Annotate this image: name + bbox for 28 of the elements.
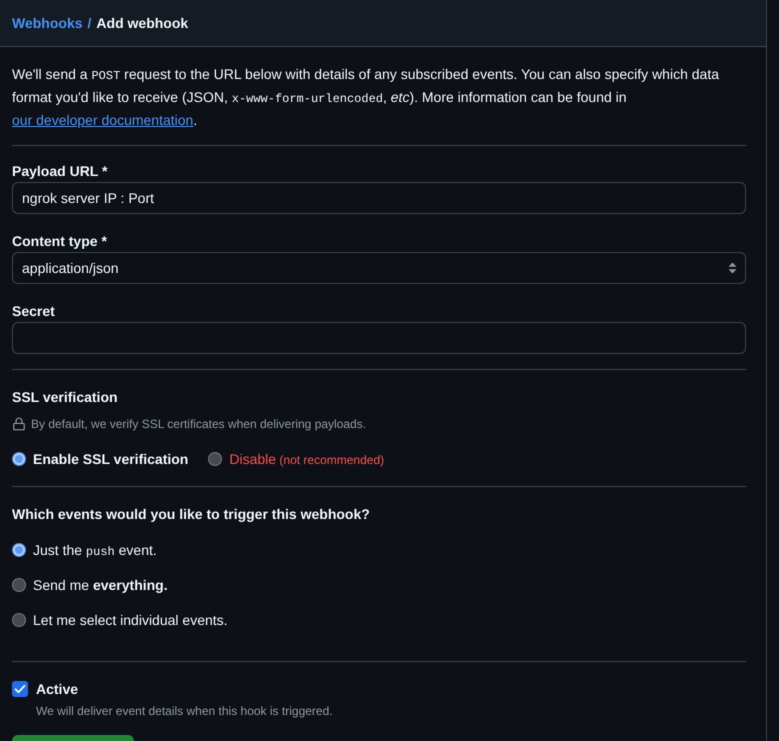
option-label: Enable SSL verification — [33, 450, 188, 468]
radio-icon[interactable] — [12, 543, 26, 557]
section-heading: SSL verification — [12, 388, 119, 407]
radio-icon[interactable] — [12, 613, 26, 627]
breadcrumb-separator: / — [88, 14, 92, 32]
option-label: Just the push event. — [33, 540, 157, 560]
page-title: Add webhook — [96, 14, 188, 32]
checkbox[interactable] — [12, 681, 28, 697]
section-heading: Which events would you like to trigger this webhook? — [12, 505, 371, 524]
field-label: Content type * — [12, 232, 108, 251]
lock-icon — [12, 417, 26, 431]
radio-icon[interactable] — [208, 452, 222, 466]
field-label: Payload URL * — [12, 162, 108, 181]
radio-icon[interactable] — [12, 578, 26, 592]
option-label: Send me everything. — [33, 576, 168, 595]
breadcrumb-link[interactable]: Webhooks — [12, 12, 83, 34]
ssl-note: By default, we verify SSL certificates when delivering payloads. — [31, 416, 366, 433]
option-label: Let me select individual events. — [33, 610, 228, 630]
text-input-field[interactable] — [12, 322, 746, 354]
select-dropdown[interactable]: application/json — [12, 252, 746, 284]
radio-icon[interactable] — [12, 452, 26, 466]
documentation-link[interactable]: our developer documentation — [12, 112, 194, 128]
up-down-caret-icon — [728, 262, 737, 274]
checkbox-label: Active — [36, 680, 78, 698]
active-note: We will deliver event details when this hook is triggered. — [35, 703, 334, 720]
text-input-field[interactable]: ngrok server IP : Port — [12, 182, 746, 214]
option-label: Disable (not recommended) — [229, 450, 384, 468]
field-label: Secret — [12, 302, 56, 321]
